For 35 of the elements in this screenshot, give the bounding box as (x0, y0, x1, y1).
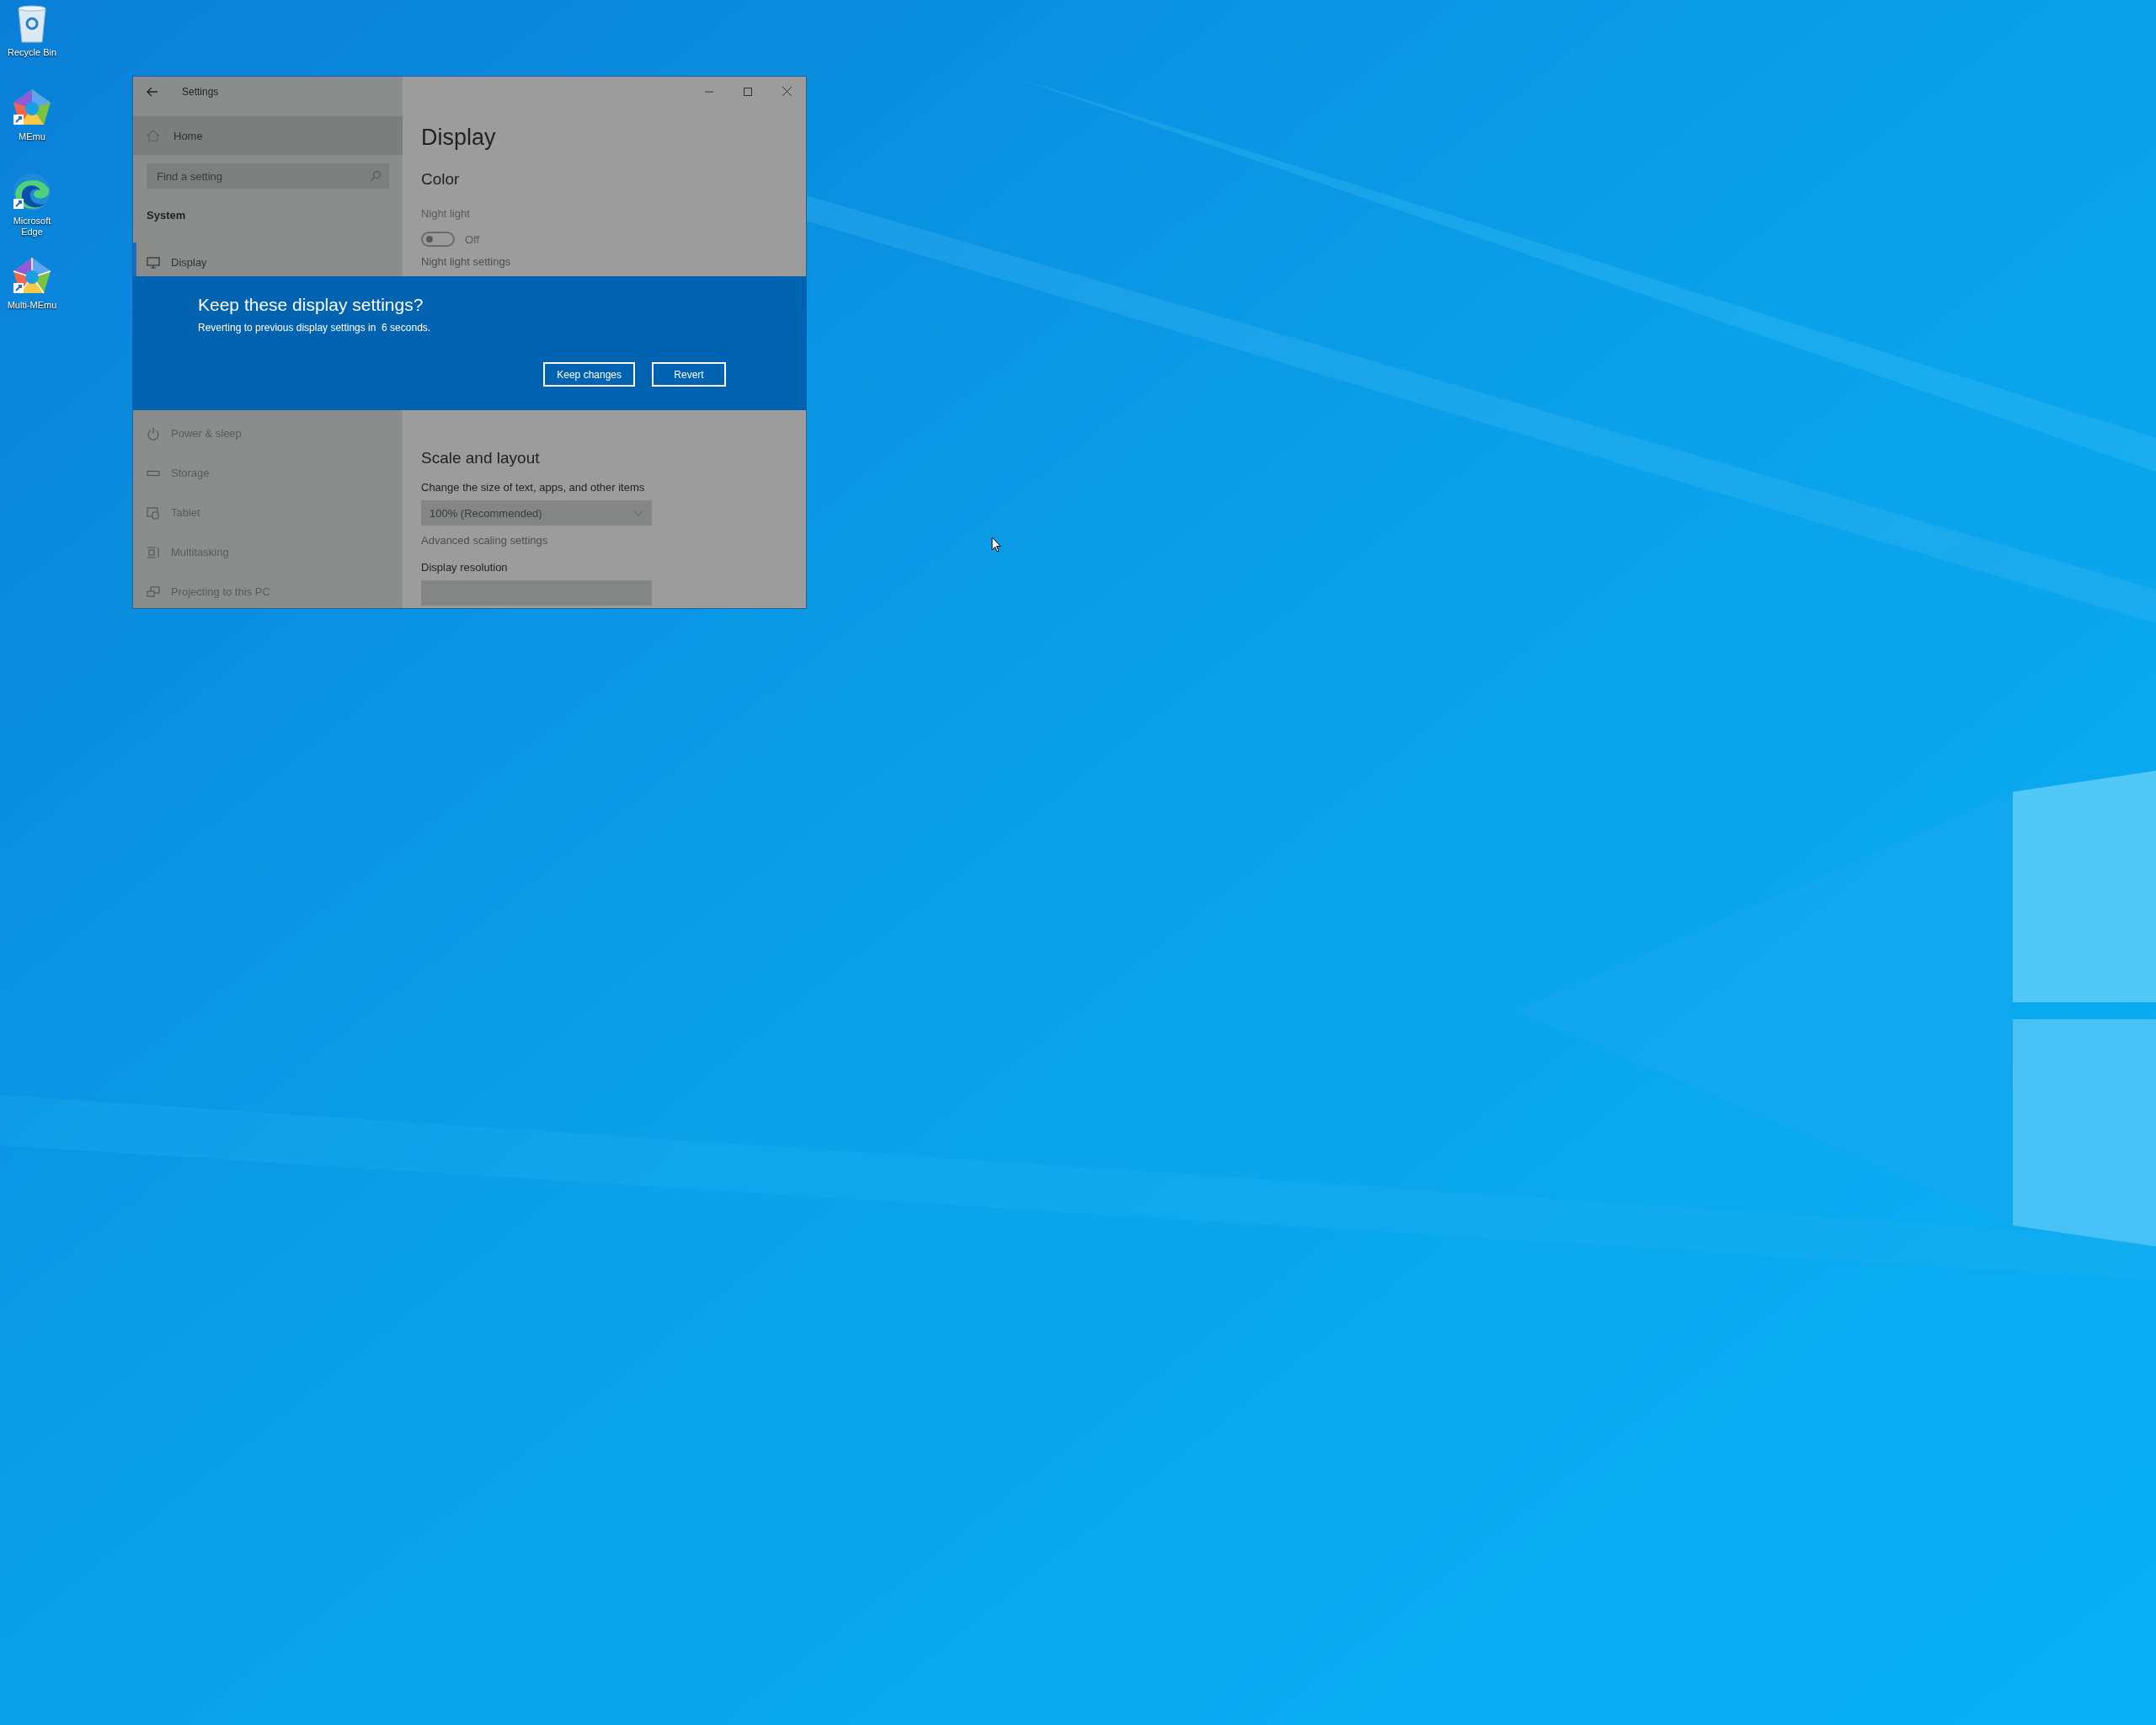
drive-icon (147, 469, 160, 477)
setting-label: Change the size of text, apps, and other items (421, 481, 646, 494)
scale-dropdown[interactable]: 100% (Recommended) (421, 500, 652, 526)
desktop-icon-label[interactable]: Recycle Bin (3, 47, 61, 58)
desktop-icon-label[interactable]: Microsoft Edge (3, 216, 61, 238)
home-item[interactable]: Home (133, 116, 403, 155)
settings-link[interactable]: Night light settings (421, 255, 511, 268)
recycle-bin-icon (15, 3, 49, 44)
cursor-icon (991, 537, 1001, 553)
section-heading: Scale and layout (421, 449, 541, 467)
desktop-icon-label[interactable]: Multi-MEmu (3, 300, 61, 311)
banner-button[interactable]: Revert (652, 362, 726, 387)
page-title: Display (421, 125, 497, 151)
power-icon (147, 426, 160, 441)
multitasking-icon (147, 545, 160, 559)
projector-icon (147, 585, 160, 598)
setting-label: Display resolution (421, 561, 509, 574)
settings-link[interactable]: Advanced scaling settings (421, 534, 548, 547)
back-icon[interactable] (147, 86, 158, 97)
swirl-icon (12, 172, 52, 212)
section-heading: Color (421, 170, 461, 189)
search-icon (370, 170, 382, 182)
banner-title: Keep these display settings? (198, 295, 424, 315)
setting-label: Night light (421, 207, 471, 220)
tablet-icon (147, 505, 160, 520)
toggle-state: Off (465, 232, 480, 246)
window-title: Settings (182, 85, 219, 98)
section-heading: System (147, 209, 187, 222)
banner-button[interactable]: Keep changes (543, 362, 635, 387)
monitor-icon (147, 256, 160, 269)
toggle-switch[interactable] (421, 232, 455, 247)
banner-message: Reverting to previous display settings in 6 seconds. (198, 322, 431, 334)
desktop-icon-label[interactable]: MEmu (3, 131, 61, 142)
search-field[interactable]: Find a setting (147, 163, 389, 189)
home-icon (147, 130, 160, 142)
